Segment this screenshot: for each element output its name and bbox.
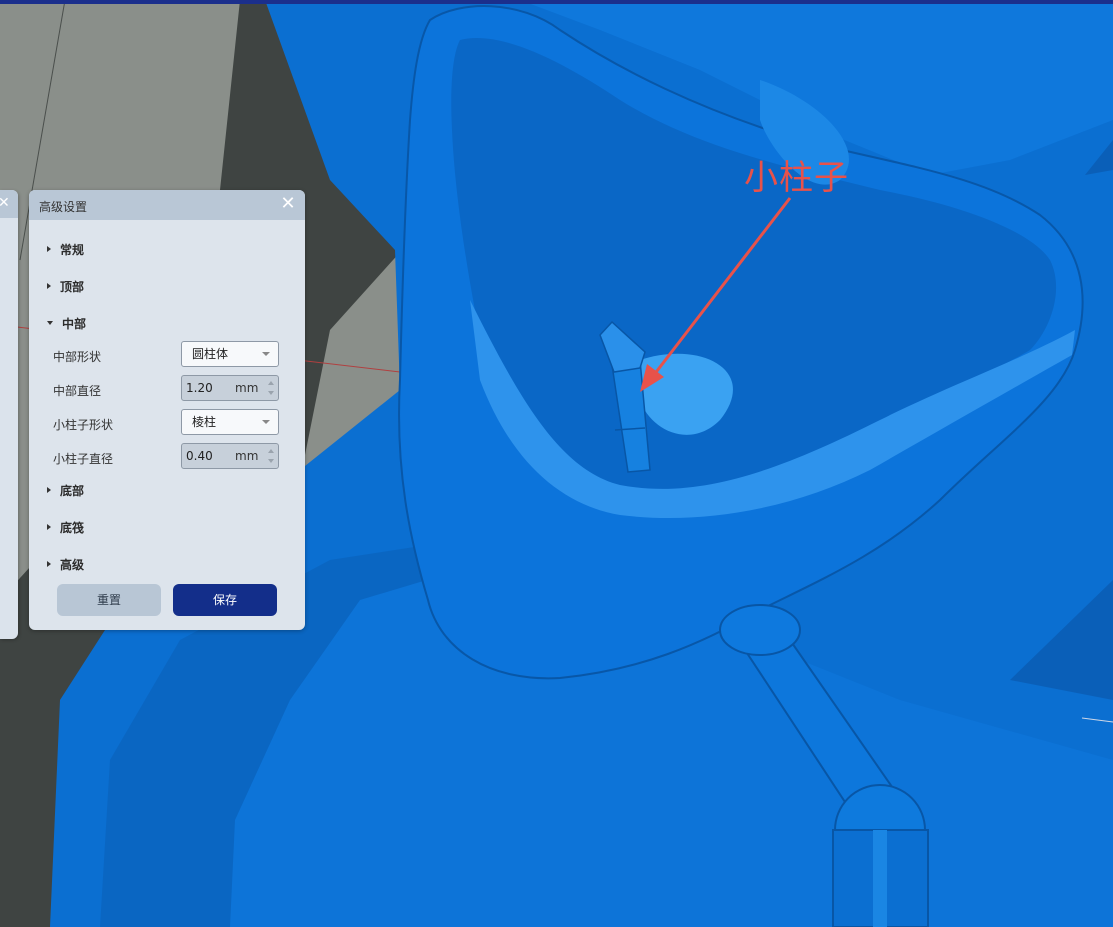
- section-advanced-label: 高级: [60, 557, 85, 572]
- caret-right-icon: [47, 561, 51, 567]
- background-panel: ✕: [0, 190, 18, 639]
- section-advanced[interactable]: 高级: [47, 554, 84, 574]
- top-bar: [0, 0, 1113, 4]
- panel-title: 高级设置: [39, 200, 88, 214]
- section-general[interactable]: 常规: [47, 239, 84, 259]
- middle-diameter-unit: mm: [235, 381, 259, 395]
- pillar-diameter-unit: mm: [235, 449, 259, 463]
- section-middle-label: 中部: [62, 316, 87, 331]
- caret-right-icon: [47, 524, 51, 530]
- section-general-label: 常规: [60, 242, 85, 257]
- background-panel-header: ✕: [0, 190, 18, 218]
- caret-right-icon: [47, 283, 51, 289]
- spin-up-icon[interactable]: [268, 381, 274, 385]
- section-raft-label: 底筏: [60, 520, 85, 535]
- section-top[interactable]: 顶部: [47, 276, 84, 296]
- reset-button[interactable]: 重置: [57, 584, 161, 616]
- caret-right-icon: [47, 246, 51, 252]
- spin-up-icon[interactable]: [268, 449, 274, 453]
- panel-header: 高级设置 ✕: [29, 190, 305, 220]
- caret-right-icon: [47, 487, 51, 493]
- save-button[interactable]: 保存: [173, 584, 277, 616]
- middle-shape-select[interactable]: 圆柱体: [181, 341, 279, 367]
- section-middle[interactable]: 中部: [47, 313, 86, 333]
- annotation-label: 小柱子: [744, 158, 849, 198]
- middle-diameter-input[interactable]: [186, 379, 228, 397]
- middle-shape-value: 圆柱体: [192, 347, 229, 361]
- pillar-shape-select[interactable]: 棱柱: [181, 409, 279, 435]
- caret-down-icon: [47, 321, 53, 325]
- middle-diameter-spinbox: mm: [181, 375, 279, 401]
- close-icon[interactable]: ✕: [0, 195, 10, 211]
- pillar-diameter-spinbox: mm: [181, 443, 279, 469]
- middle-shape-label: 中部形状: [53, 350, 102, 364]
- spin-down-icon[interactable]: [268, 459, 274, 463]
- section-raft[interactable]: 底筏: [47, 517, 84, 537]
- dropdown-arrow-icon: [262, 420, 270, 424]
- middle-diameter-label: 中部直径: [53, 384, 102, 398]
- close-icon[interactable]: ✕: [279, 194, 297, 214]
- section-bottom-label: 底部: [60, 483, 85, 498]
- section-top-label: 顶部: [60, 279, 85, 294]
- advanced-settings-panel: 高级设置 ✕ 常规 顶部 中部 中部形状 圆柱体 中部直径 mm 小柱子形状 棱…: [29, 190, 305, 630]
- support-joint: [719, 604, 801, 656]
- pillar-shape-value: 棱柱: [192, 415, 217, 429]
- pillar-diameter-label: 小柱子直径: [53, 452, 114, 466]
- section-bottom[interactable]: 底部: [47, 480, 84, 500]
- pillar-diameter-input[interactable]: [186, 447, 228, 465]
- dropdown-arrow-icon: [262, 352, 270, 356]
- spin-down-icon[interactable]: [268, 391, 274, 395]
- pillar-shape-label: 小柱子形状: [53, 418, 114, 432]
